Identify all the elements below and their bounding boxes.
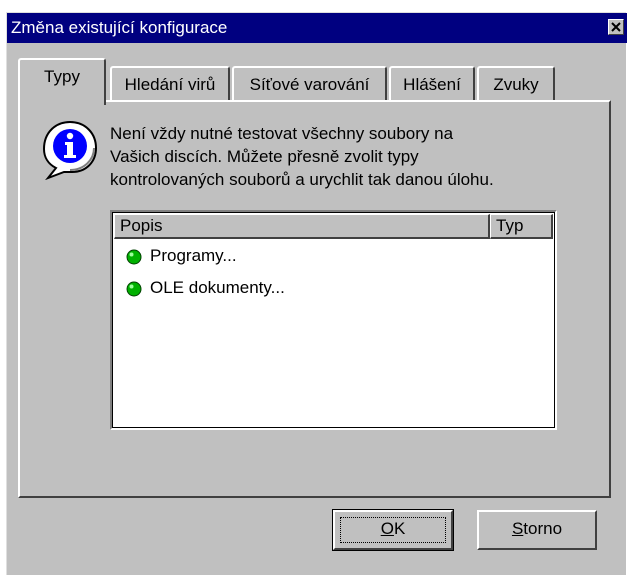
tab-label: Typy	[44, 67, 80, 86]
column-header-typ[interactable]: Typ	[490, 214, 553, 239]
list-item-label: OLE dokumenty...	[150, 278, 285, 297]
tab-typy[interactable]: Typy	[18, 58, 106, 105]
file-types-list[interactable]: Popis Typ Programy... OLE dokumenty...	[110, 210, 557, 430]
tab-label: Hledání virů	[124, 75, 216, 94]
column-header-popis[interactable]: Popis	[114, 214, 490, 239]
green-bullet-icon	[126, 249, 142, 265]
tab-sitove-varovani[interactable]: Síťové varování	[232, 66, 387, 102]
tab-label: Zvuky	[493, 75, 539, 94]
close-button[interactable]	[608, 19, 624, 35]
list-item-label: Programy...	[150, 246, 237, 265]
info-icon	[42, 120, 98, 180]
tab-label: Hlášení	[403, 75, 461, 94]
column-header-label: Popis	[120, 216, 163, 235]
cancel-button[interactable]: Storno	[477, 510, 597, 550]
tab-label: Síťové varování	[249, 75, 370, 94]
tab-hledani-viru[interactable]: Hledání virů	[110, 66, 230, 102]
focus-rectangle	[340, 517, 446, 543]
green-bullet-icon	[126, 281, 142, 297]
tab-zvuky[interactable]: Zvuky	[477, 66, 555, 102]
list-item[interactable]: Programy...	[126, 244, 486, 268]
tab-hlaseni[interactable]: Hlášení	[389, 66, 475, 102]
ok-button[interactable]: OK	[332, 509, 454, 551]
info-line: Není vždy nutné testovat všechny soubory…	[110, 124, 454, 143]
close-icon	[611, 22, 621, 32]
list-item[interactable]: OLE dokumenty...	[126, 276, 486, 300]
cancel-mnemonic: S	[511, 519, 524, 538]
column-header-label: Typ	[496, 216, 524, 235]
cancel-label-rest: torno	[523, 519, 563, 538]
title-bar[interactable]: Změna existující konfigurace	[7, 13, 627, 43]
window-title: Změna existující konfigurace	[11, 18, 228, 37]
info-line: Vašich discích. Můžete přesně zvolit typ…	[110, 147, 419, 166]
info-message: Není vždy nutné testovat všechny soubory…	[110, 122, 580, 191]
info-line: kontrolovaných souborů a urychlit tak da…	[110, 170, 494, 189]
